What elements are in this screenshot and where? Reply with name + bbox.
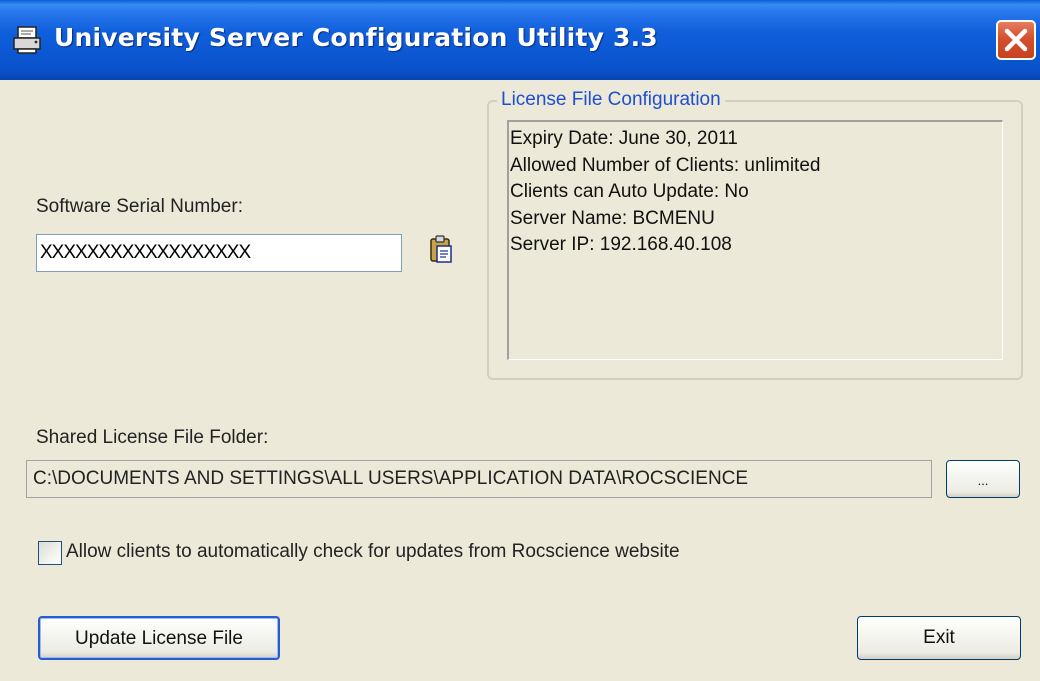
title-bar[interactable]: University Server Configuration Utility … [0, 0, 1040, 80]
exit-button[interactable]: Exit [857, 616, 1021, 660]
update-license-button[interactable]: Update License File [38, 616, 280, 660]
auto-update-status-text: Clients can Auto Update: No [510, 181, 749, 202]
license-config-legend: License File Configuration [497, 89, 725, 111]
license-info-box: Expiry Date: June 30, 2011 Allowed Numbe… [507, 120, 1003, 360]
allowed-clients-text: Allowed Number of Clients: unlimited [510, 154, 821, 176]
serial-number-label: Software Serial Number: [36, 196, 243, 217]
expiry-date-text: Expiry Date: June 30, 2011 [510, 128, 738, 149]
dialog-window: University Server Configuration Utility … [0, 0, 1040, 681]
close-icon [1004, 28, 1028, 52]
shared-folder-label: Shared License File Folder: [36, 427, 269, 448]
browse-button[interactable]: ... [946, 460, 1020, 498]
serial-number-input[interactable]: XXXXXXXXXXXXXXXXXX [36, 234, 402, 272]
auto-update-label[interactable]: Allow clients to automatically check for… [66, 541, 680, 563]
server-name-text: Server Name: BCMENU [510, 207, 715, 229]
server-ip-text: Server IP: 192.168.40.108 [510, 234, 732, 255]
clipboard-paste-icon[interactable] [428, 234, 454, 264]
shared-folder-path: C:\DOCUMENTS AND SETTINGS\ALL USERS\APPL… [26, 460, 932, 498]
window-title: University Server Configuration Utility … [54, 23, 658, 52]
printer-icon [13, 26, 41, 54]
close-button[interactable] [996, 20, 1036, 60]
auto-update-checkbox[interactable] [38, 541, 62, 565]
